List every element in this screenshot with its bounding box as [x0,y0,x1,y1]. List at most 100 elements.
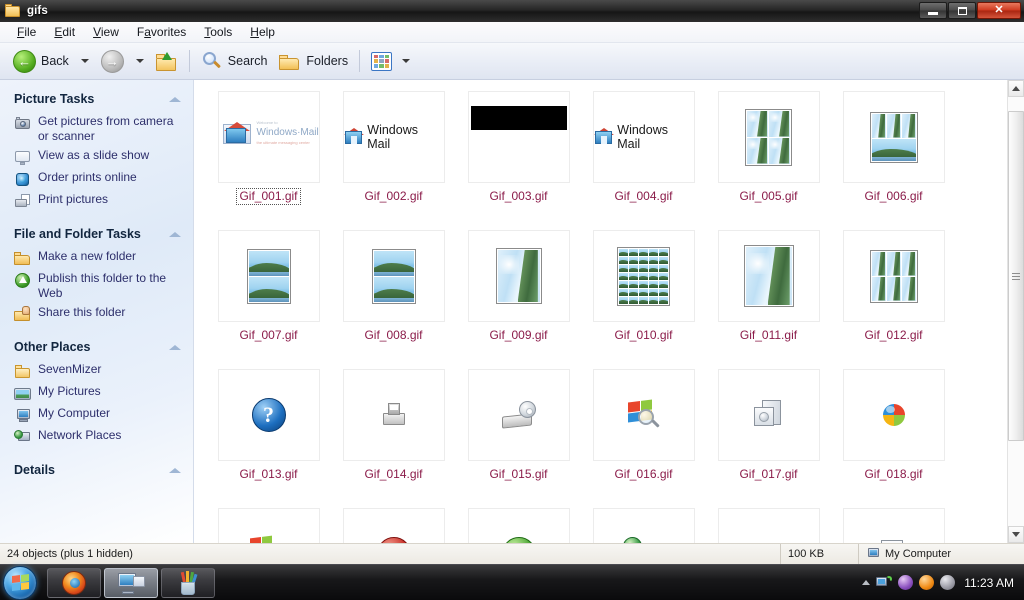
file-item[interactable]: Gif_012.gif [831,227,956,366]
my-computer-icon [866,547,880,561]
back-dropdown-icon[interactable] [80,59,89,63]
file-item[interactable]: Gif_010.gif [581,227,706,366]
menu-file[interactable]: File [8,23,45,42]
task-print-pictures[interactable]: Print pictures [0,191,193,211]
file-item[interactable] [331,505,456,543]
file-item[interactable]: Gif_007.gif [206,227,331,366]
gray-circle-icon[interactable] [940,575,956,590]
chevron-up-icon[interactable] [862,580,871,585]
task-share-folder[interactable]: Share this folder [0,304,193,324]
file-item[interactable]: ? Gif_013.gif [206,366,331,505]
thumbnail [467,230,570,322]
task-get-pictures[interactable]: Get pictures from camera or scanner [0,113,193,145]
task-label: Print pictures [38,192,109,206]
help-question-icon: ? [251,398,286,432]
file-name: Gif_007.gif [239,328,298,342]
file-name: Gif_012.gif [864,328,923,342]
back-label: Back [41,54,69,68]
maximize-button[interactable] [948,2,976,19]
file-name: Gif_001.gif [236,188,301,205]
windows-orb-icon [882,404,905,426]
search-button[interactable]: Search [196,48,273,74]
scroll-down-button[interactable] [1008,526,1024,543]
firefox-icon [62,570,86,595]
file-name: Gif_009.gif [489,328,548,342]
file-item[interactable]: Gif_014.gif [331,366,456,505]
chevron-up-icon[interactable] [169,344,181,350]
clock[interactable]: 11:23 AM [964,576,1014,590]
file-item[interactable] [831,505,956,543]
views-dropdown-icon[interactable] [402,59,411,63]
slideshow-icon [14,149,31,166]
taskbar-button-firefox[interactable] [47,567,101,598]
menu-favorites[interactable]: Favorites [128,23,195,42]
thumbnail [842,91,945,183]
file-item[interactable] [706,505,831,543]
forward-button[interactable]: → [96,47,129,76]
taskbar-button-my-computer[interactable] [104,567,158,598]
file-item[interactable]: Gif_008.gif [331,227,456,366]
thumbnail [717,508,820,543]
file-item[interactable] [456,505,581,543]
file-item[interactable]: Gif_005.gif [706,88,831,227]
file-item[interactable]: Welcome to Windows·Mail the ultimate mes… [206,88,331,227]
file-item[interactable]: Gif_006.gif [831,88,956,227]
close-button[interactable]: ✕ [977,2,1021,19]
vertical-scrollbar[interactable] [1007,80,1024,543]
task-publish-web[interactable]: Publish this folder to the Web [0,270,193,302]
taskbar-button-pencil-cup[interactable] [161,567,215,598]
up-level-button[interactable] [151,49,183,74]
chevron-up-icon[interactable] [169,467,181,473]
forward-dropdown-icon[interactable] [135,59,144,63]
menu-tools[interactable]: Tools [195,23,241,42]
file-item[interactable]: Gif_011.gif [706,227,831,366]
views-button[interactable] [366,49,420,74]
file-item[interactable]: Windows Mail Gif_004.gif [581,88,706,227]
chevron-up-icon[interactable] [169,231,181,237]
menu-view[interactable]: View [84,23,128,42]
minimize-button[interactable] [919,2,947,19]
place-network-places[interactable]: Network Places [0,427,193,447]
place-sevenmizer[interactable]: SevenMizer [0,361,193,381]
orange-circle-icon[interactable] [919,575,935,590]
file-item[interactable] [581,505,706,543]
task-slide-show[interactable]: View as a slide show [0,147,193,167]
file-item[interactable]: Gif_017.gif [706,366,831,505]
file-item[interactable] [206,505,331,543]
scroll-up-button[interactable] [1008,80,1024,97]
place-my-pictures[interactable]: My Pictures [0,383,193,403]
windows-start-orb-icon[interactable] [3,565,37,600]
scrollbar-track[interactable] [1008,97,1024,526]
purple-circle-icon[interactable] [898,575,914,590]
title-bar[interactable]: gifs ✕ [0,0,1024,22]
panel-header-picture-tasks[interactable]: Picture Tasks [0,92,193,106]
file-item[interactable]: Gif_015.gif [456,366,581,505]
task-make-new-folder[interactable]: Make a new folder [0,248,193,268]
scrollbar-thumb[interactable] [1008,111,1024,441]
toolbar-separator-2 [359,50,361,72]
place-my-computer[interactable]: My Computer [0,405,193,425]
file-item[interactable]: Windows Mail Gif_002.gif [331,88,456,227]
photo-six-vertical-thumb [869,249,918,303]
network-volume-icon[interactable] [876,576,893,589]
error-icon [376,537,411,543]
file-item[interactable]: Gif_016.gif [581,366,706,505]
photo-single-vertical-thumb [495,248,542,304]
network-places-icon [14,429,31,446]
back-button[interactable]: ← Back [8,47,74,76]
file-item[interactable]: Gif_009.gif [456,227,581,366]
panel-file-folder-tasks: File and Folder Tasks Make a new folder … [0,227,193,324]
panel-header-other-places[interactable]: Other Places [0,340,193,354]
folders-button[interactable]: Folders [274,49,353,74]
menu-edit[interactable]: Edit [45,23,84,42]
chevron-up-icon[interactable] [169,96,181,102]
file-item[interactable]: Gif_003.gif [456,88,581,227]
my-pictures-icon [14,385,31,402]
file-item[interactable]: Gif_018.gif [831,366,956,505]
menu-help[interactable]: Help [241,23,284,42]
task-order-prints[interactable]: Order prints online [0,169,193,189]
file-name: Gif_015.gif [489,467,548,481]
panel-header-details[interactable]: Details [0,463,193,477]
panel-header-file-folder-tasks[interactable]: File and Folder Tasks [0,227,193,241]
file-list-pane[interactable]: Welcome to Windows·Mail the ultimate mes… [194,80,1024,543]
